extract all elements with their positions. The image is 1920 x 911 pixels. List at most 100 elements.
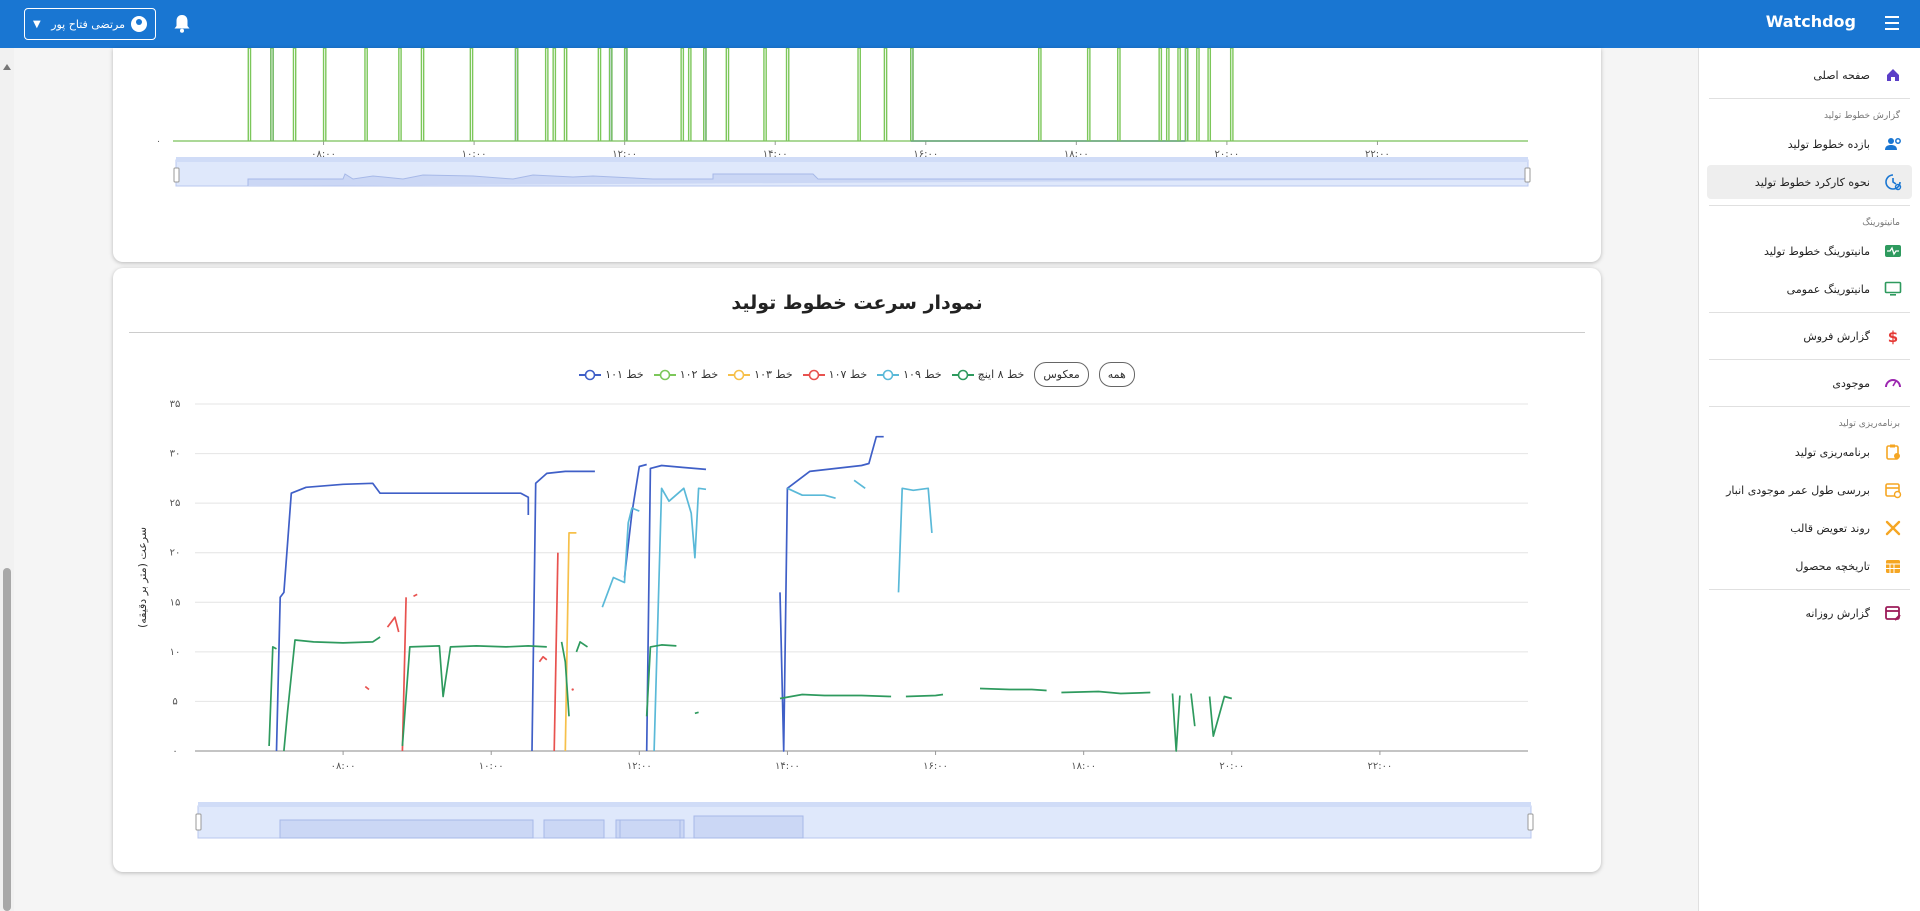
sidebar-item-label: صفحه اصلی — [1813, 68, 1870, 82]
sidebar-item-label: تاریخچه محصول — [1795, 559, 1870, 573]
dollar-icon: $ — [1888, 328, 1898, 345]
sidebar-item-mold-change[interactable]: روند تعویض قالب — [1707, 511, 1912, 545]
series-spike — [322, 47, 327, 141]
legend-item-101[interactable]: خط ۱۰۱ — [579, 368, 644, 381]
legend-label: خط ۱۰۳ — [754, 368, 793, 381]
series-spike — [785, 47, 790, 141]
line-speed-chart-card: نمودار سرعت خطوط تولید همه معکوس خط ۸ ای… — [113, 268, 1601, 872]
series-line — [575, 641, 588, 653]
legend-label: خط ۱۰۹ — [903, 368, 942, 381]
series-spike — [1165, 47, 1170, 141]
sidebar-item-performance[interactable]: نحوه کارکرد خطوط تولید — [1707, 165, 1912, 199]
series-line — [645, 644, 677, 717]
sidebar-item-monitor-general[interactable]: مانیتورینگ عمومی — [1707, 272, 1912, 306]
legend-item-109[interactable]: خط ۱۰۹ — [877, 368, 942, 381]
y-tick-label: ۱۵ — [170, 597, 181, 608]
x-tick-label: ۲۰:۰۰ — [1219, 761, 1244, 772]
sidebar-item-inventory[interactable]: موجودی — [1707, 366, 1912, 400]
sidebar-item-planning[interactable]: برنامه‌ریزی تولید — [1707, 435, 1912, 469]
zoom-preview — [543, 819, 605, 839]
sidebar-item-monitor-lines[interactable]: مانیتورینگ خطوط تولید — [1707, 234, 1912, 268]
series-خط ۱۰۹ — [601, 479, 933, 752]
user-menu-button[interactable]: ▼ مرتضی فتاح پور — [24, 8, 156, 40]
y-tick-label: ۳۰ — [170, 449, 181, 460]
sidebar-group-header: برنامه‌ریزی تولید — [1838, 419, 1900, 429]
legend-label: خط ۸ اینچ — [977, 368, 1025, 381]
sidebar-item-label: موجودی — [1832, 376, 1870, 390]
legend-item-102[interactable]: خط ۱۰۲ — [653, 368, 719, 381]
history-gear-icon — [1885, 174, 1902, 191]
y-tick-label: ۳۵ — [170, 399, 181, 410]
y-tick-label: ۰ — [172, 746, 177, 757]
clipboard-clock-icon — [1886, 444, 1900, 460]
series-spike — [469, 47, 474, 141]
top-app-bar: Watchdog ▼ مرتضی فتاح پور — [0, 0, 1920, 48]
show-all-button[interactable]: همه — [1098, 362, 1135, 387]
svg-text:$: $ — [1888, 328, 1898, 345]
series-line — [601, 507, 640, 608]
calendar-grid-icon — [1886, 560, 1900, 573]
sidebar-item-label: بازده خطوط تولید — [1787, 137, 1870, 151]
scroll-thumb[interactable] — [3, 568, 11, 911]
home-icon — [1887, 69, 1899, 81]
scroll-up-icon[interactable] — [3, 64, 11, 70]
sidebar-item-daily-report[interactable]: گزارش روزانه — [1707, 596, 1912, 630]
series-line — [268, 646, 277, 747]
x-tick-label: ۰۸:۰۰ — [331, 761, 356, 772]
series-line — [897, 487, 933, 593]
sidebar-item-label: نحوه کارکرد خطوط تولید — [1754, 175, 1870, 189]
series-line — [283, 636, 381, 752]
zoom-handle-left — [195, 813, 202, 831]
monitor-heartbeat-icon — [1885, 245, 1901, 257]
calendar-edit-icon — [1885, 606, 1901, 621]
sidebar: صفحه اصلی گزارش خطوط تولید بازده خطوط تو… — [1698, 48, 1920, 911]
series-line — [623, 463, 647, 578]
series-line — [694, 711, 699, 715]
series-line — [401, 597, 407, 752]
series-spike — [687, 47, 692, 141]
notification-bell-icon[interactable] — [172, 13, 192, 35]
series-spike — [910, 47, 914, 141]
legend-item-103[interactable]: خط ۱۰۳ — [728, 368, 793, 381]
y-tick-label: ۲۵ — [170, 498, 181, 509]
legend-marker-icon — [579, 369, 602, 380]
sidebar-item-shelf-life[interactable]: بررسی طول عمر موجودی انبار — [1707, 473, 1912, 507]
series-line — [386, 616, 400, 633]
menu-icon[interactable] — [1880, 12, 1904, 36]
series-line — [853, 479, 866, 489]
legend-marker-icon — [877, 369, 900, 380]
series-line — [1171, 693, 1181, 752]
series-line — [645, 464, 707, 752]
line-status-chart: ۰۰۸:۰۰ ۱۰:۰۰ ۱۲:۰۰ ۱۴:۰۰ ۱۶:۰۰ ۱۸:۰۰ ۲۰:۰۰ ۲۲:۰… — [156, 47, 1531, 187]
sidebar-item-sales[interactable]: $ گزارش فروش — [1707, 319, 1912, 353]
legend-item-107[interactable]: خط ۱۰۷ — [802, 368, 867, 381]
sidebar-item-home[interactable]: صفحه اصلی — [1707, 58, 1912, 92]
divider — [129, 332, 1585, 333]
series-spike — [1158, 47, 1163, 141]
zoom-preview — [693, 815, 804, 839]
x-tick-label: ۱۴:۰۰ — [775, 761, 800, 772]
divider — [1709, 406, 1910, 407]
series-spike — [552, 47, 557, 141]
chart-legend: همه معکوس خط ۸ اینچ خط ۱۰۹ خط ۱۰۷ خط ۱۰۳… — [113, 362, 1601, 387]
series-spike — [364, 47, 368, 141]
users-gear-icon — [1885, 138, 1901, 150]
series-spike — [1184, 47, 1189, 141]
sidebar-item-efficiency[interactable]: بازده خطوط تولید — [1707, 127, 1912, 161]
sidebar-item-product-history[interactable]: تاریخچه محصول — [1707, 549, 1912, 583]
series-line — [1208, 695, 1233, 737]
series-line — [364, 685, 370, 691]
chevron-down-icon: ▼ — [33, 18, 41, 30]
legend-item-8inch[interactable]: خط ۸ اینچ — [951, 368, 1025, 381]
series-line — [553, 552, 559, 752]
series-spike — [1037, 47, 1042, 141]
series-spike — [883, 47, 888, 141]
series-line — [401, 645, 547, 747]
series-خط ۱۰۷ — [364, 552, 574, 752]
legend-label: خط ۱۰۲ — [679, 368, 719, 381]
page-scrollbar[interactable] — [0, 48, 14, 911]
series-spike — [608, 47, 613, 141]
series-خط ۱۰۱ — [275, 435, 884, 752]
series-line — [275, 482, 530, 752]
invert-selection-button[interactable]: معکوس — [1034, 362, 1089, 387]
